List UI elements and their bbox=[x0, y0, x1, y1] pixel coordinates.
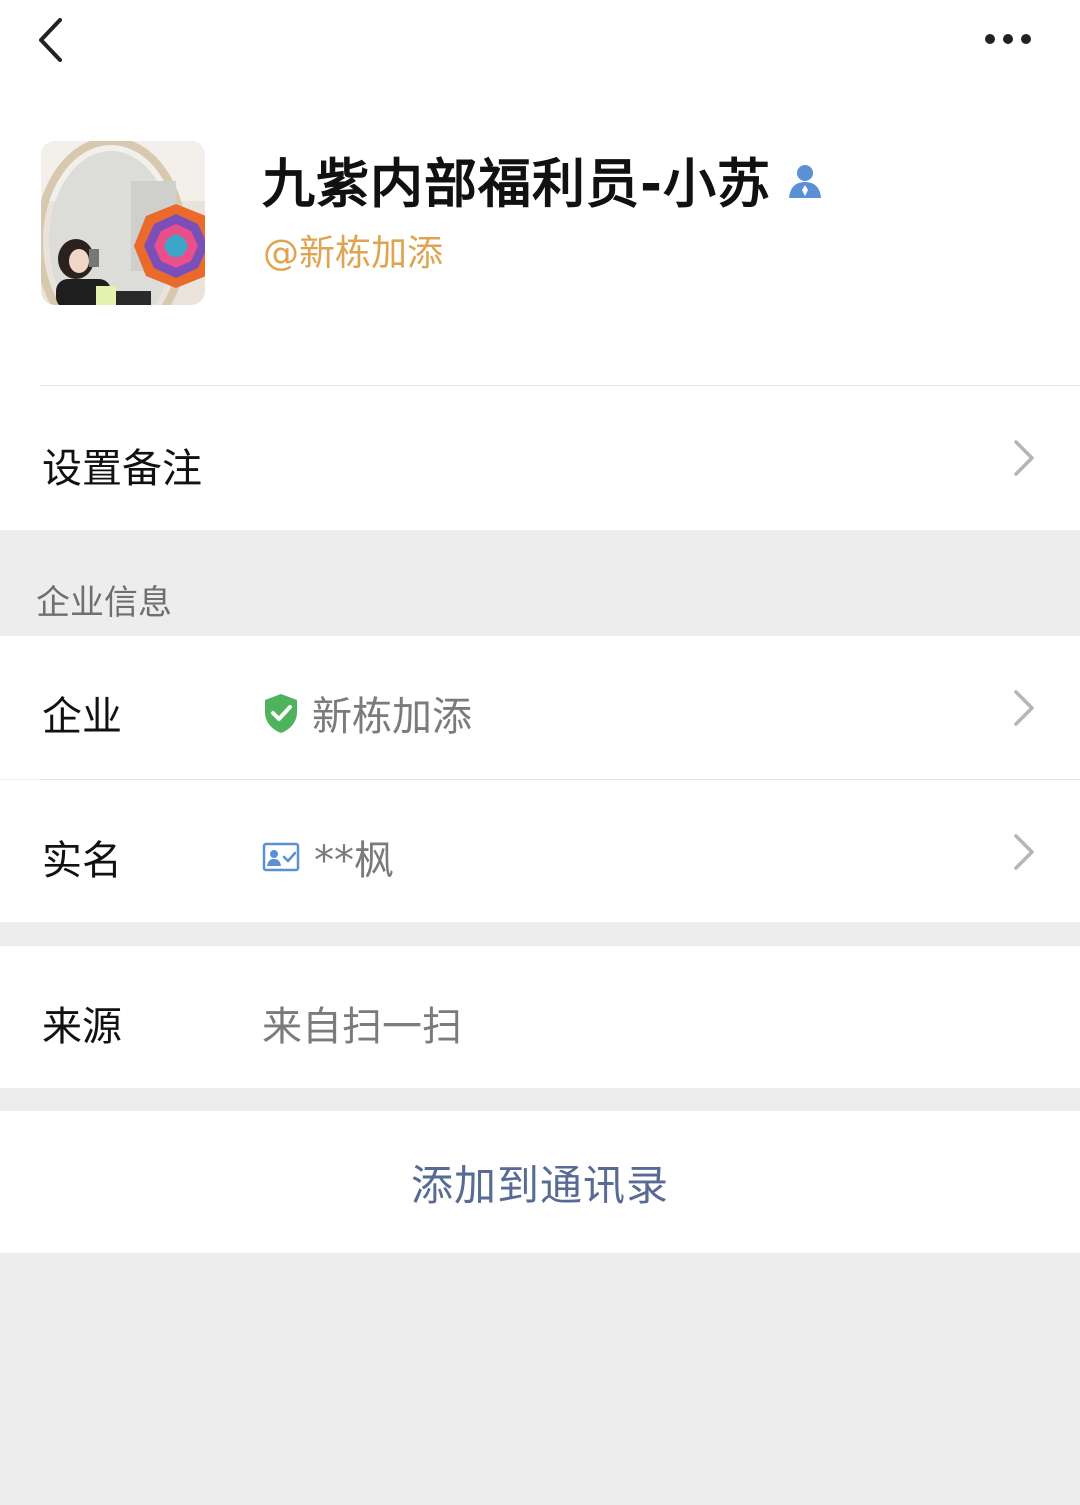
avatar[interactable] bbox=[41, 141, 205, 305]
chevron-right-icon bbox=[1014, 834, 1034, 870]
add-to-contacts-label: 添加到通讯录 bbox=[410, 1160, 669, 1210]
top-bar bbox=[0, 0, 1080, 120]
add-to-contacts-button[interactable]: 添加到通讯录 bbox=[0, 1111, 1080, 1253]
real-name-label: 实名 bbox=[42, 838, 122, 884]
company-value: 新栋加添 bbox=[262, 684, 472, 742]
real-name-value: **枫 bbox=[262, 828, 394, 886]
company-label: 企业 bbox=[42, 694, 122, 740]
source-row: 来源 来自扫一扫 bbox=[0, 946, 1080, 1088]
id-card-icon bbox=[262, 842, 300, 872]
source-value: 来自扫一扫 bbox=[262, 1004, 462, 1050]
verified-shield-icon bbox=[265, 694, 297, 733]
real-name-row[interactable]: 实名 **枫 bbox=[0, 780, 1080, 922]
person-icon bbox=[785, 160, 825, 200]
source-label: 来源 bbox=[42, 1004, 122, 1050]
company-name: 新栋加添 bbox=[312, 694, 472, 740]
chevron-right-icon bbox=[1014, 690, 1034, 726]
contact-handle: @新栋加添 bbox=[263, 233, 444, 274]
more-button[interactable] bbox=[972, 14, 1044, 64]
enterprise-info-header: 企业信息 bbox=[36, 583, 172, 623]
chevron-right-icon bbox=[1014, 440, 1034, 476]
company-row[interactable]: 企业 新栋加添 bbox=[0, 636, 1080, 779]
set-remark-row[interactable]: 设置备注 bbox=[0, 386, 1080, 529]
name-row: 九紫内部福利员-小苏 bbox=[262, 140, 825, 220]
set-remark-label: 设置备注 bbox=[42, 446, 202, 492]
real-name-text: **枫 bbox=[314, 838, 394, 884]
contact-name: 九紫内部福利员-小苏 bbox=[262, 154, 771, 215]
more-dots-icon bbox=[985, 34, 1031, 44]
chevron-left-icon bbox=[39, 18, 62, 62]
back-button[interactable] bbox=[28, 10, 88, 70]
